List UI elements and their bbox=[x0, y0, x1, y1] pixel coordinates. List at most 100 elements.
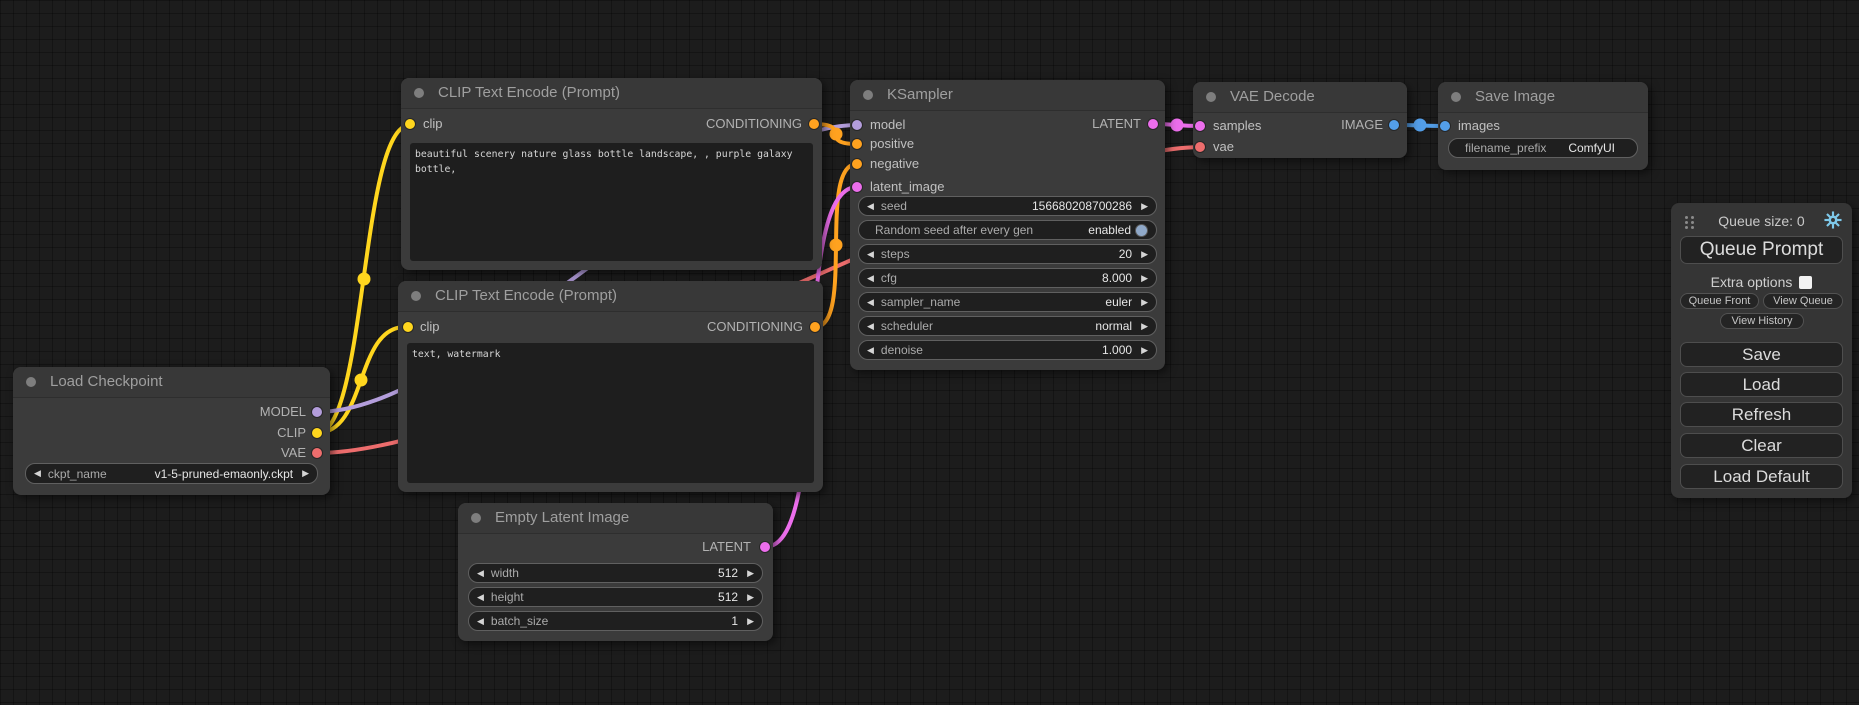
widget-label: batch_size bbox=[491, 614, 548, 628]
increment-arrow-icon[interactable]: ▶ bbox=[1141, 346, 1148, 355]
output-label-image: IMAGE bbox=[1341, 118, 1383, 132]
widget-label: Random seed after every gen bbox=[875, 223, 1033, 237]
increment-arrow-icon[interactable]: ▶ bbox=[747, 617, 754, 626]
cfg-widget[interactable]: ◀ cfg 8.000 ▶ bbox=[858, 268, 1157, 288]
prev-option-arrow-icon[interactable]: ◀ bbox=[867, 298, 874, 307]
node-title: CLIP Text Encode (Prompt) bbox=[438, 84, 620, 101]
input-port-latent-image[interactable] bbox=[852, 182, 862, 192]
seed-widget[interactable]: ◀ seed 156680208700286 ▶ bbox=[858, 196, 1157, 216]
increment-arrow-icon[interactable]: ▶ bbox=[747, 593, 754, 602]
output-label-vae: VAE bbox=[281, 446, 306, 460]
widget-value: 512 bbox=[718, 566, 738, 580]
ckpt-name-widget[interactable]: ◀ ckpt_name v1-5-pruned-emaonly.ckpt ▶ bbox=[25, 463, 318, 484]
output-port-model[interactable] bbox=[312, 407, 322, 417]
node-title: VAE Decode bbox=[1230, 88, 1315, 105]
node-save-image[interactable]: Save Image images filename_prefix ComfyU… bbox=[1438, 82, 1648, 170]
save-button[interactable]: Save bbox=[1680, 342, 1843, 367]
prev-option-arrow-icon[interactable]: ◀ bbox=[34, 469, 41, 478]
next-option-arrow-icon[interactable]: ▶ bbox=[1141, 322, 1148, 331]
decrement-arrow-icon[interactable]: ◀ bbox=[867, 274, 874, 283]
toggle-knob[interactable] bbox=[1135, 224, 1148, 237]
node-clip-text-encode-positive[interactable]: CLIP Text Encode (Prompt) clip CONDITION… bbox=[401, 78, 822, 270]
next-option-arrow-icon[interactable]: ▶ bbox=[1141, 298, 1148, 307]
increment-arrow-icon[interactable]: ▶ bbox=[1141, 202, 1148, 211]
decrement-arrow-icon[interactable]: ◀ bbox=[477, 569, 484, 578]
extra-options-checkbox[interactable] bbox=[1799, 276, 1812, 289]
widget-value: 8.000 bbox=[1102, 271, 1132, 285]
node-title: Save Image bbox=[1475, 88, 1555, 105]
increment-arrow-icon[interactable]: ▶ bbox=[747, 569, 754, 578]
node-title-bar[interactable]: Save Image bbox=[1438, 82, 1648, 113]
node-collapse-dot[interactable] bbox=[1451, 92, 1461, 102]
output-port-vae[interactable] bbox=[312, 448, 322, 458]
input-port-model[interactable] bbox=[852, 120, 862, 130]
refresh-button[interactable]: Refresh bbox=[1680, 402, 1843, 427]
widget-label: seed bbox=[881, 199, 907, 213]
output-port-latent[interactable] bbox=[1148, 119, 1158, 129]
node-title-bar[interactable]: CLIP Text Encode (Prompt) bbox=[401, 78, 822, 109]
output-port-conditioning[interactable] bbox=[810, 322, 820, 332]
settings-gear-icon[interactable] bbox=[1824, 211, 1842, 229]
output-label-model: MODEL bbox=[260, 405, 306, 419]
input-port-images[interactable] bbox=[1440, 121, 1450, 131]
node-ksampler[interactable]: KSampler model positive negative latent_… bbox=[850, 80, 1165, 370]
node-collapse-dot[interactable] bbox=[26, 377, 36, 387]
node-title-bar[interactable]: KSampler bbox=[850, 80, 1165, 111]
filename-prefix-widget[interactable]: filename_prefix ComfyUI bbox=[1448, 138, 1638, 158]
node-collapse-dot[interactable] bbox=[1206, 92, 1216, 102]
scheduler-widget[interactable]: ◀ scheduler normal ▶ bbox=[858, 316, 1157, 336]
output-port-latent[interactable] bbox=[760, 542, 770, 552]
decrement-arrow-icon[interactable]: ◀ bbox=[867, 250, 874, 259]
output-port-image[interactable] bbox=[1389, 120, 1399, 130]
sampler-name-widget[interactable]: ◀ sampler_name euler ▶ bbox=[858, 292, 1157, 312]
view-history-button[interactable]: View History bbox=[1720, 313, 1804, 329]
input-port-clip[interactable] bbox=[403, 322, 413, 332]
node-title-bar[interactable]: Empty Latent Image bbox=[458, 503, 773, 534]
denoise-widget[interactable]: ◀ denoise 1.000 ▶ bbox=[858, 340, 1157, 360]
output-port-clip[interactable] bbox=[312, 428, 322, 438]
load-button[interactable]: Load bbox=[1680, 372, 1843, 397]
node-vae-decode[interactable]: VAE Decode samples vae IMAGE bbox=[1193, 82, 1407, 158]
input-port-positive[interactable] bbox=[852, 139, 862, 149]
input-port-samples[interactable] bbox=[1195, 121, 1205, 131]
clear-button[interactable]: Clear bbox=[1680, 433, 1843, 458]
width-widget[interactable]: ◀ width 512 ▶ bbox=[468, 563, 763, 583]
batch-size-widget[interactable]: ◀ batch_size 1 ▶ bbox=[468, 611, 763, 631]
prompt-textarea[interactable]: text, watermark bbox=[407, 343, 814, 483]
widget-value: 1 bbox=[731, 614, 738, 628]
output-port-conditioning[interactable] bbox=[809, 119, 819, 129]
next-option-arrow-icon[interactable]: ▶ bbox=[302, 469, 309, 478]
increment-arrow-icon[interactable]: ▶ bbox=[1141, 274, 1148, 283]
input-port-clip[interactable] bbox=[405, 119, 415, 129]
node-collapse-dot[interactable] bbox=[863, 90, 873, 100]
decrement-arrow-icon[interactable]: ◀ bbox=[477, 593, 484, 602]
node-graph-canvas[interactable]: CLIP Text Encode (Prompt) clip CONDITION… bbox=[0, 0, 1859, 705]
node-title-bar[interactable]: CLIP Text Encode (Prompt) bbox=[398, 281, 823, 312]
input-label-model: model bbox=[870, 118, 905, 132]
decrement-arrow-icon[interactable]: ◀ bbox=[867, 346, 874, 355]
node-load-checkpoint[interactable]: Load Checkpoint MODEL CLIP VAE ◀ ckpt_na… bbox=[13, 367, 330, 495]
prompt-textarea[interactable]: beautiful scenery nature glass bottle la… bbox=[410, 143, 813, 261]
prev-option-arrow-icon[interactable]: ◀ bbox=[867, 322, 874, 331]
input-port-negative[interactable] bbox=[852, 159, 862, 169]
queue-prompt-button[interactable]: Queue Prompt bbox=[1680, 236, 1843, 264]
height-widget[interactable]: ◀ height 512 ▶ bbox=[468, 587, 763, 607]
increment-arrow-icon[interactable]: ▶ bbox=[1141, 250, 1148, 259]
view-queue-button[interactable]: View Queue bbox=[1763, 293, 1843, 309]
load-default-button[interactable]: Load Default bbox=[1680, 464, 1843, 489]
output-label-latent: LATENT bbox=[1092, 117, 1141, 131]
node-collapse-dot[interactable] bbox=[414, 88, 424, 98]
node-clip-text-encode-negative[interactable]: CLIP Text Encode (Prompt) clip CONDITION… bbox=[398, 281, 823, 492]
queue-front-button[interactable]: Queue Front bbox=[1680, 293, 1759, 309]
node-title-bar[interactable]: VAE Decode bbox=[1193, 82, 1407, 113]
node-empty-latent-image[interactable]: Empty Latent Image LATENT ◀ width 512 ▶ … bbox=[458, 503, 773, 641]
steps-widget[interactable]: ◀ steps 20 ▶ bbox=[858, 244, 1157, 264]
node-collapse-dot[interactable] bbox=[471, 513, 481, 523]
node-title-bar[interactable]: Load Checkpoint bbox=[13, 367, 330, 398]
widget-value: 512 bbox=[718, 590, 738, 604]
random-seed-toggle-widget[interactable]: Random seed after every gen enabled bbox=[858, 220, 1157, 240]
node-collapse-dot[interactable] bbox=[411, 291, 421, 301]
decrement-arrow-icon[interactable]: ◀ bbox=[477, 617, 484, 626]
decrement-arrow-icon[interactable]: ◀ bbox=[867, 202, 874, 211]
input-port-vae[interactable] bbox=[1195, 142, 1205, 152]
